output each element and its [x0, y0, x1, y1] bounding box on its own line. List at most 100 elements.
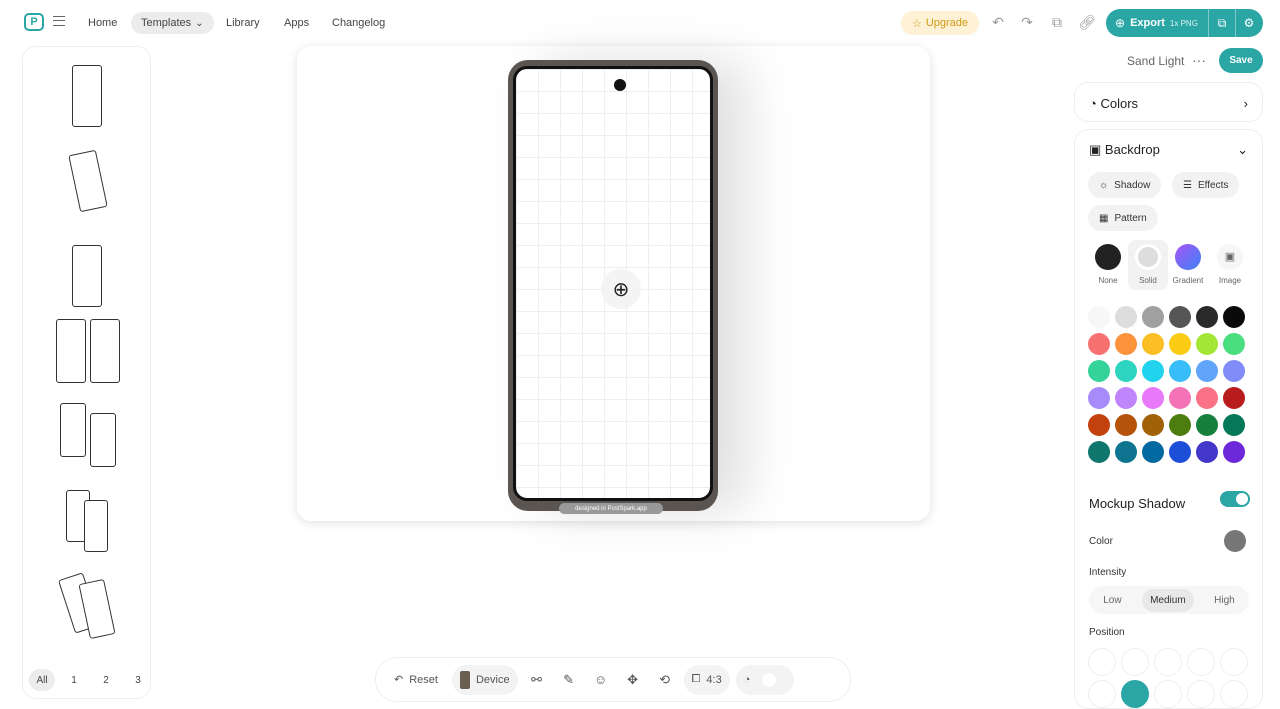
device-button[interactable]: Device	[451, 664, 518, 695]
color-swatch[interactable]	[1088, 333, 1110, 355]
color-swatch[interactable]	[1115, 333, 1137, 355]
position-option[interactable]	[1088, 648, 1116, 676]
template-thumbnail[interactable]	[32, 55, 142, 135]
adjust-icon[interactable]: ⚯	[524, 672, 550, 688]
phone-mockup[interactable]: ⊕	[508, 60, 718, 511]
brush-icon[interactable]: ✎	[556, 672, 582, 688]
color-swatch[interactable]	[1223, 441, 1245, 463]
nav-changelog[interactable]: Changelog	[322, 12, 395, 34]
colors-section[interactable]: ◔ Colors ›	[1074, 82, 1263, 122]
color-swatch[interactable]	[1223, 360, 1245, 382]
intensity-medium[interactable]: Medium	[1142, 588, 1194, 612]
position-option[interactable]	[1154, 648, 1182, 676]
color-swatch[interactable]	[1115, 306, 1137, 328]
backdrop-header[interactable]: ▣ Backdrop ⌄	[1075, 130, 1262, 170]
color-swatch[interactable]	[1223, 387, 1245, 409]
reset-button[interactable]: ↶ Reset	[386, 665, 446, 695]
redo-icon[interactable]: ↷	[1019, 14, 1035, 30]
shadow-chip[interactable]: ☼ Shadow	[1088, 172, 1162, 198]
color-swatch[interactable]	[1088, 306, 1110, 328]
duplicate-icon[interactable]: ⧉	[1049, 14, 1065, 30]
template-thumbnail[interactable]	[32, 480, 142, 560]
color-swatch[interactable]	[1115, 441, 1137, 463]
bg-solid[interactable]: Solid	[1128, 240, 1168, 290]
color-swatch[interactable]	[1088, 387, 1110, 409]
undo-icon[interactable]: ↶	[990, 14, 1006, 30]
emoji-icon[interactable]: ☺	[588, 672, 614, 687]
palette-button[interactable]: ◔	[735, 664, 794, 695]
bg-gradient[interactable]: Gradient	[1168, 244, 1208, 285]
color-swatch[interactable]	[1142, 387, 1164, 409]
nav-templates[interactable]: Templates ⌄	[131, 12, 214, 34]
color-swatch[interactable]	[1142, 306, 1164, 328]
color-swatch[interactable]	[1196, 333, 1218, 355]
bg-none[interactable]: None	[1088, 244, 1128, 285]
color-swatch[interactable]	[1196, 360, 1218, 382]
app-logo[interactable]: P	[24, 13, 44, 31]
export-settings-icon[interactable]: ⚙	[1235, 9, 1262, 37]
color-swatch[interactable]	[1169, 414, 1191, 436]
color-swatch[interactable]	[1088, 414, 1110, 436]
template-thumbnail[interactable]	[32, 140, 142, 220]
template-thumbnail[interactable]	[32, 225, 142, 307]
page-3[interactable]: 3	[125, 669, 150, 691]
color-swatch[interactable]	[1223, 333, 1245, 355]
link-icon[interactable]: 🔗︎	[1078, 14, 1096, 30]
pattern-chip[interactable]: ▦ Pattern	[1088, 205, 1158, 231]
move-icon[interactable]: ✥	[620, 672, 646, 688]
position-option[interactable]	[1121, 648, 1149, 676]
export-button[interactable]: ⊕ Export 1x PNG	[1106, 16, 1208, 30]
position-option[interactable]	[1220, 648, 1248, 676]
color-swatch[interactable]	[1142, 360, 1164, 382]
page-2[interactable]: 2	[93, 669, 119, 691]
add-image-icon[interactable]: ⊕	[601, 269, 641, 309]
color-swatch[interactable]	[1142, 333, 1164, 355]
save-button[interactable]: Save	[1219, 48, 1263, 73]
aspect-ratio-button[interactable]: ⧠ 4:3	[683, 664, 730, 695]
position-option[interactable]	[1220, 680, 1248, 708]
template-thumbnail[interactable]	[32, 395, 142, 475]
nav-library[interactable]: Library	[216, 12, 270, 34]
template-thumbnail[interactable]	[32, 565, 142, 645]
color-swatch[interactable]	[1223, 414, 1245, 436]
color-swatch[interactable]	[1196, 306, 1218, 328]
effects-chip[interactable]: ☰ Effects	[1172, 172, 1240, 198]
nav-home[interactable]: Home	[78, 12, 127, 34]
mockup-shadow-toggle[interactable]	[1220, 491, 1250, 507]
shadow-color-swatch[interactable]	[1224, 530, 1246, 552]
intensity-high[interactable]: High	[1206, 589, 1243, 612]
color-swatch[interactable]	[1196, 414, 1218, 436]
page-all[interactable]: All	[29, 669, 55, 691]
intensity-low[interactable]: Low	[1095, 589, 1129, 612]
color-swatch[interactable]	[1223, 306, 1245, 328]
copy-icon[interactable]: ⧉	[1208, 9, 1235, 37]
upgrade-button[interactable]: ☆ Upgrade	[901, 11, 979, 35]
position-option[interactable]	[1187, 648, 1215, 676]
rotate-icon[interactable]: ⟲	[652, 672, 678, 688]
color-swatch[interactable]	[1142, 414, 1164, 436]
theme-name[interactable]: Sand Light	[1127, 54, 1184, 68]
phone-screen[interactable]: ⊕	[513, 66, 713, 501]
color-swatch[interactable]	[1115, 387, 1137, 409]
color-swatch[interactable]	[1115, 414, 1137, 436]
color-swatch[interactable]	[1169, 387, 1191, 409]
more-icon[interactable]: ···	[1192, 52, 1206, 68]
color-swatch[interactable]	[1088, 441, 1110, 463]
position-option[interactable]	[1187, 680, 1215, 708]
color-swatch[interactable]	[1115, 360, 1137, 382]
color-swatch[interactable]	[1169, 306, 1191, 328]
bg-image[interactable]: ▣ Image	[1210, 244, 1250, 285]
color-swatch[interactable]	[1142, 441, 1164, 463]
color-swatch[interactable]	[1169, 441, 1191, 463]
color-swatch[interactable]	[1088, 360, 1110, 382]
nav-apps[interactable]: Apps	[274, 12, 319, 34]
page-1[interactable]: 1	[61, 669, 87, 691]
position-option[interactable]	[1121, 680, 1149, 708]
color-swatch[interactable]	[1169, 333, 1191, 355]
position-option[interactable]	[1154, 680, 1182, 708]
color-swatch[interactable]	[1169, 360, 1191, 382]
color-swatch[interactable]	[1196, 387, 1218, 409]
color-swatch[interactable]	[1196, 441, 1218, 463]
menu-icon[interactable]	[53, 16, 65, 26]
template-thumbnail[interactable]	[32, 310, 142, 390]
